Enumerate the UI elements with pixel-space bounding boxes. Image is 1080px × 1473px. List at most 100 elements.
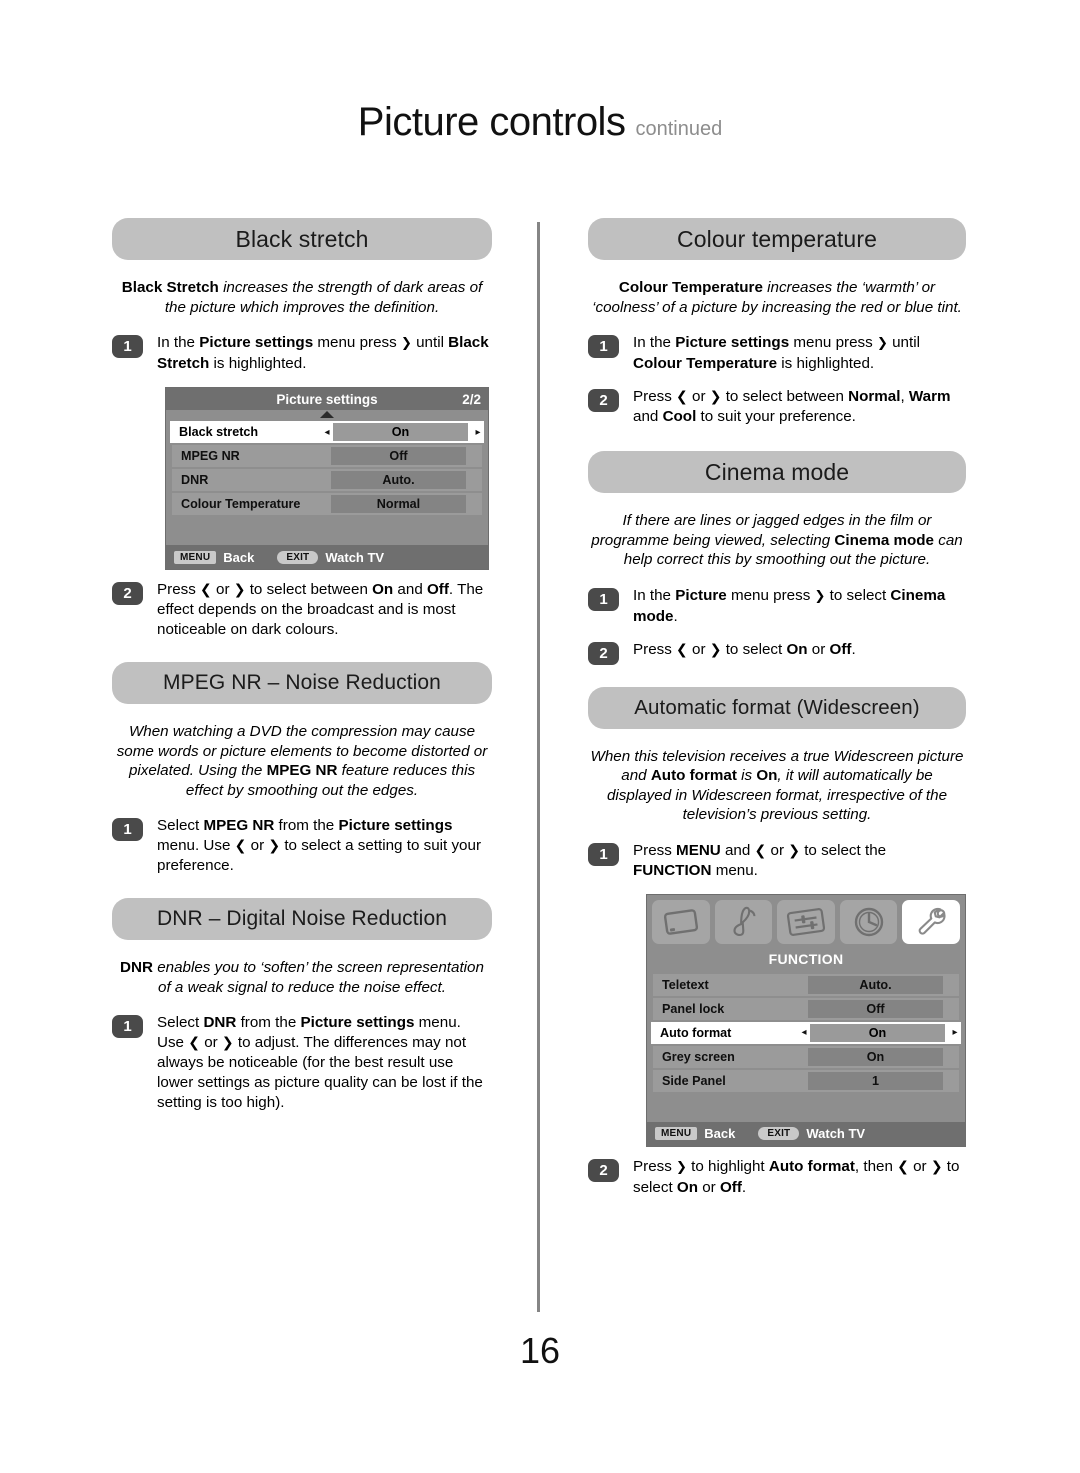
step-badge: 1 [588,335,619,358]
colour-temperature-step-2: 2 Press ❮ or ❯ to select between Normal,… [588,387,966,427]
step-text: In the Picture settings menu press ❯ unt… [157,334,489,372]
section-header-label: MPEG NR – Noise Reduction [163,671,441,694]
cinema-mode-step-2: 2 Press ❮ or ❯ to select On or Off. [588,640,966,665]
osd-page-indicator: 2/2 [462,391,481,407]
section-header-label: Black stretch [235,225,369,252]
osd-rows: Black stretch ◂ On ▸ MPEG NR Off DNR Aut… [166,410,488,545]
osd-row-value: 1 [808,1071,943,1090]
step-text: Press ❮ or ❯ to select On or Off. [633,640,856,658]
black-stretch-step-2: 2 Press ❮ or ❯ to select between On and … [112,580,492,640]
tab-sound[interactable] [714,899,773,944]
colour-temperature-step-1: 1 In the Picture settings menu press ❯ u… [588,333,966,374]
osd-row-value: Auto. [331,471,466,489]
osd-row-mpeg-nr[interactable]: MPEG NR Off [172,445,482,467]
step-text: In the Picture settings menu press ❯ unt… [633,334,920,372]
exit-key-pill[interactable]: EXIT [277,550,319,564]
step-badge: 1 [112,1015,143,1038]
osd-row-label: Auto format [660,1025,732,1040]
tab-function[interactable] [902,899,960,944]
osd-title-bar: Picture settings 2/2 [166,388,488,410]
right-arrow-icon[interactable]: ▸ [472,427,484,438]
mpeg-nr-intro: When watching a DVD the compression may … [116,723,488,799]
menu-key-action: Back [704,1126,736,1141]
dnr-step-1: 1 Select DNR from the Picture settings m… [112,1013,492,1113]
menu-key-pill[interactable]: MENU [655,1127,698,1140]
step-badge: 1 [588,587,619,611]
column-divider [537,222,540,1312]
step-text: Press ❮ or ❯ to select between Normal, W… [633,388,951,425]
osd-row-label: MPEG NR [181,449,240,463]
osd-row-value: On [808,1047,943,1066]
osd-row-colour-temperature[interactable]: Colour Temperature Normal [172,493,482,515]
step-text: Select DNR from the Picture settings men… [157,1014,483,1111]
tab-picture[interactable] [652,899,710,944]
section-header-dnr: DNR – Digital Noise Reduction [112,898,492,940]
tab-timer[interactable] [839,899,898,944]
right-arrow-icon[interactable]: ▸ [949,1027,961,1038]
cinema-mode-intro: If there are lines or jagged edges in th… [591,512,963,568]
scroll-up-icon [320,411,334,418]
step-badge: 1 [112,818,143,841]
step-text: Press MENU and ❮ or ❯ to select the FUNC… [633,841,887,879]
osd-row-value: Off [331,447,466,465]
osd-row-value: On [333,423,468,441]
step-text: Press ❮ or ❯ to select between On and Of… [157,581,484,638]
cinema-mode-step-1: 1 In the Picture menu press ❯ to select … [588,586,966,627]
section-header-label: DNR – Digital Noise Reduction [156,907,448,930]
step-text: Press ❯ to highlight Auto format, then ❮… [633,1157,960,1196]
exit-key-pill[interactable]: EXIT [758,1127,800,1140]
osd-row-grey-screen[interactable]: Grey screen On [653,1045,959,1068]
left-arrow-icon[interactable]: ◂ [321,427,333,438]
osd-row-label: Panel lock [662,1001,725,1016]
automatic-format-step-2: 2 Press ❯ to highlight Auto format, then… [588,1157,966,1198]
function-menu-title: FUNCTION [647,947,965,972]
osd-row-label: DNR [181,473,209,487]
function-osd-footer: MENU Back EXIT Watch TV [647,1121,965,1146]
osd-row-dnr[interactable]: DNR Auto. [172,469,482,491]
wrench-icon [913,906,949,938]
step-badge: 1 [112,335,143,358]
osd-row-label: Colour Temperature [181,497,301,511]
osd-row-value: Off [808,999,943,1018]
manual-page: Picture controls continued Black stretch … [0,0,1080,1473]
osd-row-auto-format[interactable]: Auto format ◂ On ▸ [651,1021,961,1044]
section-header-mpeg-nr: MPEG NR – Noise Reduction [112,662,492,704]
picture-icon [661,907,701,937]
clock-icon [852,906,886,938]
section-header-cinema-mode: Cinema mode [588,451,966,493]
section-header-label: Cinema mode [704,458,850,485]
exit-key-action: Watch TV [325,549,385,565]
section-header-colour-temperature: Colour temperature [588,218,966,260]
osd-row-side-panel[interactable]: Side Panel 1 [653,1069,959,1092]
left-arrow-icon[interactable]: ◂ [798,1027,810,1038]
osd-row-black-stretch[interactable]: Black stretch ◂ On ▸ [170,421,484,443]
osd-row-teletext[interactable]: Teletext Auto. [653,973,959,996]
osd-row-value: On [810,1023,945,1042]
step-badge: 2 [588,641,619,665]
osd-title-label: Picture settings [276,391,378,407]
black-stretch-step-1: 1 In the Picture settings menu press ❯ u… [112,333,492,374]
function-osd: FUNCTION Teletext Auto. Panel lock Off A… [646,893,966,1147]
osd-row-label: Grey screen [662,1049,735,1064]
page-number: 16 [519,1330,561,1371]
osd-footer: MENU Back EXIT Watch TV [166,545,488,569]
step-text: In the Picture menu press ❯ to select Ci… [633,586,946,625]
osd-row-label: Black stretch [179,425,259,439]
step-badge: 1 [588,842,619,866]
automatic-format-intro: When this television receives a true Wid… [590,747,964,824]
menu-key-pill[interactable]: MENU [174,550,217,564]
mpeg-nr-step-1: 1 Select MPEG NR from the Picture settin… [112,816,492,876]
dnr-intro: DNR enables you to ‘soften’ the screen r… [120,959,484,996]
page-title-continued: continued [635,118,723,140]
function-osd-rows: Teletext Auto. Panel lock Off Auto forma… [647,973,965,1122]
tab-feature[interactable] [777,899,835,944]
step-badge: 2 [588,1158,619,1182]
feature-sliders-icon [785,907,827,937]
automatic-format-step-1: 1 Press MENU and ❮ or ❯ to select the FU… [588,841,966,881]
black-stretch-intro: Black Stretch increases the strength of … [121,279,483,316]
left-column: Black stretch Black Stretch increases th… [112,218,492,1126]
step-badge: 2 [112,582,143,605]
menu-key-action: Back [223,549,255,565]
right-column: Colour temperature Colour Temperature in… [588,218,966,1211]
osd-row-panel-lock[interactable]: Panel lock Off [653,997,959,1020]
